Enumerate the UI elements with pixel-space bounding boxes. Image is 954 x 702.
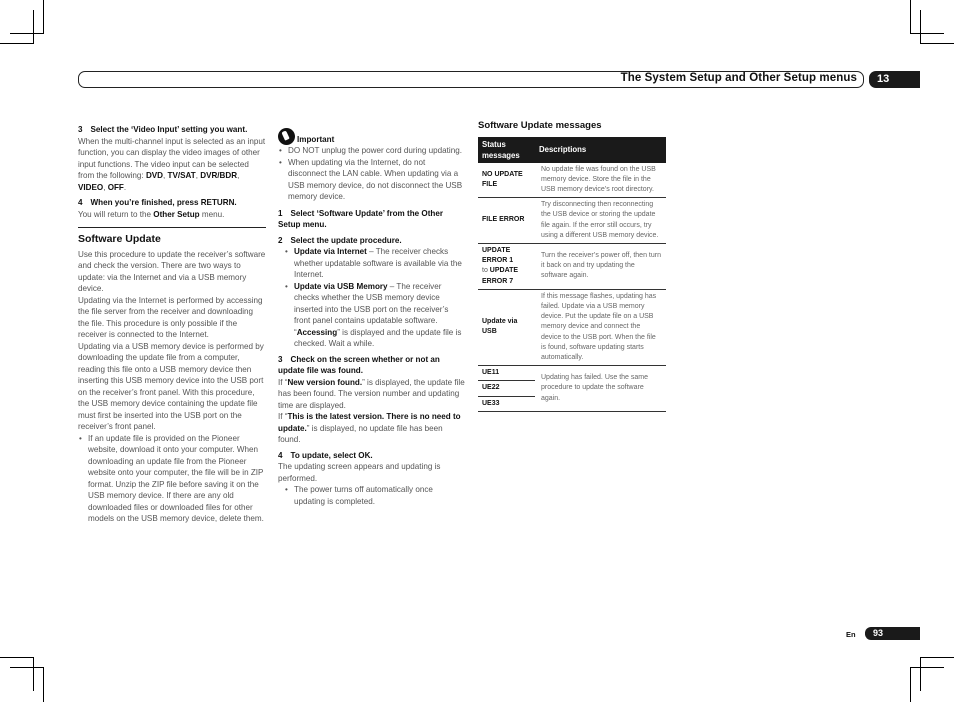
important-icon (278, 128, 295, 145)
paragraph: Updating via the Internet is performed b… (78, 295, 263, 340)
description-cell: Updating has failed. Use the same proced… (535, 365, 666, 412)
page-number: 93 (865, 627, 920, 640)
column-left: 3 Select the ‘Video Input’ setting you wa… (78, 120, 266, 525)
important-list: DO NOT unplug the power cord during upda… (278, 145, 466, 203)
bullet-item: When updating via the Internet, do not d… (278, 157, 466, 203)
status-cell: UE22 (478, 380, 535, 397)
crop-mark (0, 657, 34, 658)
crop-mark (10, 667, 44, 668)
status-cell: NO UPDATE FILE (478, 162, 535, 199)
crop-mark (920, 10, 921, 44)
column-header: Status messages (478, 136, 535, 163)
status-cell: UPDATE ERROR 1 to UPDATE ERROR 7 (478, 243, 535, 290)
crop-mark (33, 10, 34, 44)
crop-mark (920, 43, 954, 44)
bullet-item: DO NOT unplug the power cord during upda… (278, 145, 466, 157)
description-cell: If this message flashes, updating has fa… (535, 289, 666, 367)
crop-mark (910, 33, 944, 34)
step-heading: 3 Select the ‘Video Input’ setting you wa… (78, 125, 248, 134)
status-cell: UE11 (478, 365, 535, 382)
step-text: If “New version found.” is displayed, th… (278, 377, 465, 410)
step-heading: 2 Select the update procedure. (278, 235, 402, 245)
chapter-title: The System Setup and Other Setup menus (620, 72, 857, 84)
column-right: Software Update messages Status messages… (478, 120, 666, 412)
crop-mark (10, 33, 44, 34)
step-text: You will return to the Other Setup menu. (78, 209, 225, 219)
bullet-item: The power turns off automatically once u… (284, 484, 466, 507)
section-title: Software Update (78, 227, 266, 246)
bullet-item: Update via USB Memory – The receiver che… (284, 281, 466, 350)
step-heading: 3 Check on the screen whether or not an u… (278, 354, 440, 376)
table-row: Update via USB If this message flashes, … (478, 289, 666, 367)
bullet-list: Update via Internet – The receiver check… (278, 246, 466, 350)
table-row: FILE ERROR Try disconnecting then reconn… (478, 197, 666, 244)
description-cell: No update file was found on the USB memo… (535, 162, 666, 199)
table-header-row: Status messages Descriptions (478, 136, 666, 163)
description-cell: Turn the receiver’s power off, then turn… (535, 243, 666, 290)
crop-mark (43, 0, 44, 34)
important-heading: Important (278, 128, 466, 145)
status-cell: UE33 (478, 396, 535, 412)
paragraph: Use this procedure to update the receive… (78, 249, 266, 294)
chapter-number: 13 (869, 71, 920, 88)
step-heading: 4 To update, select OK. (278, 450, 373, 460)
column-header: Descriptions (535, 136, 666, 163)
crop-mark (910, 667, 911, 702)
messages-table: Status messages Descriptions NO UPDATE F… (478, 136, 666, 412)
bullet-list: If an update file is provided on the Pio… (78, 433, 266, 525)
step-text: The updating screen appears and updating… (278, 462, 441, 483)
crop-mark (910, 667, 944, 668)
crop-mark (910, 0, 911, 34)
table-row: UPDATE ERROR 1 to UPDATE ERROR 7 Turn the… (478, 243, 666, 290)
column-middle: Important DO NOT unplug the power cord d… (278, 128, 466, 507)
step-text: If “This is the latest version. There is… (278, 412, 461, 444)
status-cell: FILE ERROR (478, 197, 535, 244)
crop-mark (0, 43, 34, 44)
table-row: UE11 Updating has failed. Use the same p… (478, 365, 666, 412)
step-text: When the multi-channel input is selected… (78, 136, 266, 192)
step-heading: 4 When you’re finished, press RETURN. (78, 198, 237, 207)
crop-mark (920, 657, 921, 691)
table-row: NO UPDATE FILE No update file was found … (478, 162, 666, 199)
paragraph: Updating via a USB memory device is perf… (78, 341, 264, 432)
status-cell: Update via USB (478, 289, 535, 367)
step-heading: 1 Select ‘Software Update’ from the Other… (278, 208, 443, 230)
language-label: En (846, 630, 856, 639)
crop-mark (920, 657, 954, 658)
bullet-item: Update via Internet – The receiver check… (284, 246, 466, 281)
crop-mark (33, 657, 34, 691)
table-title: Software Update messages (478, 120, 602, 131)
description-cell: Try disconnecting then reconnecting the … (535, 197, 666, 244)
bullet-item: If an update file is provided on the Pio… (78, 433, 266, 525)
crop-mark (43, 667, 44, 702)
bullet-list: The power turns off automatically once u… (278, 484, 466, 507)
